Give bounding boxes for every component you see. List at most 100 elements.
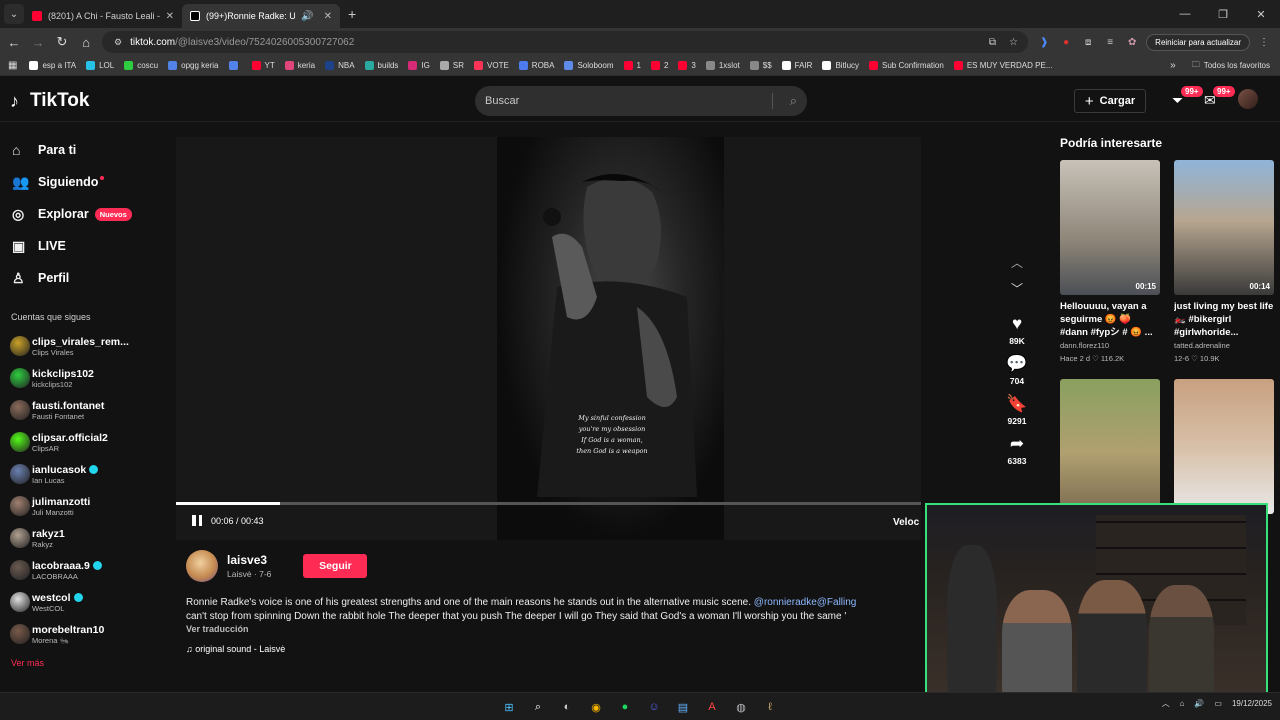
- network-icon[interactable]: ⌂: [1180, 699, 1185, 708]
- bookmark-item[interactable]: IG: [408, 61, 430, 70]
- address-bar[interactable]: ⚙ tiktok.com/@laisve3/video/752402600530…: [102, 31, 1028, 53]
- close-tab-icon[interactable]: ✕: [166, 11, 174, 22]
- recommended-video-card[interactable]: [1060, 379, 1160, 514]
- author-avatar[interactable]: [186, 550, 218, 582]
- browser-menu-icon[interactable]: ⋮: [1256, 34, 1272, 50]
- speaker-icon[interactable]: 🔊: [301, 11, 313, 22]
- mention-link[interactable]: @ronnieradke@Falling: [754, 597, 857, 608]
- following-account[interactable]: clipsar.official2 ClipsAR: [0, 426, 170, 458]
- bookmark-star-icon[interactable]: ☆: [1009, 37, 1018, 48]
- extension-icon[interactable]: ●: [1058, 34, 1074, 50]
- bookmark-item[interactable]: Soloboom: [564, 61, 614, 70]
- following-account[interactable]: westcol WestCOL: [0, 586, 170, 618]
- close-tab-icon[interactable]: ✕: [324, 11, 332, 22]
- bookmark-item[interactable]: 1xslot: [705, 61, 740, 70]
- bookmark-item[interactable]: opgg keria: [168, 61, 219, 70]
- nav-item-perfil[interactable]: ♙ Perfil: [0, 262, 170, 294]
- volume-icon[interactable]: 🔊: [1194, 699, 1204, 708]
- apps-grid-icon[interactable]: ▦: [8, 60, 17, 71]
- minimize-icon[interactable]: —: [1166, 8, 1204, 20]
- search-icon[interactable]: ⌕: [790, 93, 797, 109]
- install-app-icon[interactable]: ⧉: [989, 37, 996, 48]
- nav-item-live[interactable]: ▣ LIVE: [0, 230, 170, 262]
- bookmark-item[interactable]: VOTE: [474, 61, 509, 70]
- comment-icon[interactable]: 💬: [1000, 354, 1034, 374]
- bookmark-icon[interactable]: 🔖: [1000, 394, 1034, 414]
- video-thumbnail[interactable]: 00:14: [1174, 160, 1274, 295]
- bookmark-item[interactable]: $$: [749, 61, 772, 70]
- video-author[interactable]: tatted.adrenaline: [1174, 341, 1274, 350]
- see-more-link[interactable]: Ver más: [0, 658, 170, 668]
- share-icon[interactable]: ➦: [1000, 434, 1034, 454]
- close-window-icon[interactable]: ✕: [1242, 8, 1280, 21]
- browser-tab-youtube[interactable]: (8201) A Chi - Fausto Leali - Yo ✕: [24, 4, 182, 28]
- heart-action[interactable]: ♥ 89K: [1000, 314, 1034, 346]
- bookmark-item[interactable]: 2: [650, 61, 668, 70]
- bookmark-item[interactable]: coscu: [124, 61, 158, 70]
- restore-icon[interactable]: ❐: [1204, 8, 1242, 21]
- bookmark-item[interactable]: ROBA: [518, 61, 554, 70]
- recommended-video-card[interactable]: 00:15 Hellouuuu, vayan a seguirme 😡 🍑 #da…: [1060, 160, 1160, 363]
- bookmark-item[interactable]: esp a ITA: [29, 61, 76, 70]
- obs-icon[interactable]: ◍: [731, 697, 751, 717]
- next-video-icon[interactable]: ﹀: [1000, 280, 1034, 306]
- pause-icon[interactable]: [192, 515, 202, 526]
- follow-button[interactable]: Seguir: [303, 554, 368, 578]
- profile-avatar-icon[interactable]: ✿: [1124, 34, 1140, 50]
- reload-icon[interactable]: ↻: [50, 34, 74, 50]
- steam-icon[interactable]: ◐: [557, 697, 577, 717]
- share-action[interactable]: ➦ 6383: [1000, 434, 1034, 466]
- bookmark-item[interactable]: builds: [364, 61, 398, 70]
- notepad-icon[interactable]: ▤: [673, 697, 693, 717]
- profile-avatar[interactable]: [1238, 89, 1258, 109]
- extensions-puzzle-icon[interactable]: ⧈: [1080, 34, 1096, 50]
- recommended-video-card[interactable]: 00:14 just living my best life 🏍️ #bikerg…: [1174, 160, 1274, 363]
- home-icon[interactable]: ⌂: [74, 35, 98, 50]
- bookmark-item[interactable]: SR: [439, 61, 464, 70]
- bookmark-item[interactable]: Sub Confirmation: [869, 61, 944, 70]
- bookmark-item[interactable]: ES MUY VERDAD PE...: [953, 61, 1052, 70]
- browser-tab-tiktok[interactable]: (99+)Ronnie Radke: Uniqu 🔊 ✕: [182, 4, 340, 28]
- back-icon[interactable]: ←: [2, 35, 26, 50]
- new-tab-button[interactable]: +: [348, 6, 356, 22]
- video-player[interactable]: My sinful confession you're my obsession I…: [176, 137, 921, 540]
- search-icon[interactable]: ⌕: [528, 697, 548, 717]
- extension-icon[interactable]: ❱: [1036, 34, 1052, 50]
- tray-overflow-icon[interactable]: ︿: [1162, 698, 1170, 709]
- following-account[interactable]: fausti.fontanet Fausti Fontanet: [0, 394, 170, 426]
- original-sound-link[interactable]: ♫ original sound - Laisvė: [186, 644, 926, 654]
- site-info-icon[interactable]: ⚙: [114, 37, 122, 48]
- following-account[interactable]: morebeltran10 Morena 🐜: [0, 618, 170, 650]
- upload-button[interactable]: + Cargar: [1074, 89, 1146, 113]
- following-account[interactable]: julimanzotti Juli Manzotti: [0, 490, 170, 522]
- bookmark-item[interactable]: [228, 61, 242, 70]
- restart-update-button[interactable]: Reiniciar para actualizar: [1146, 33, 1250, 51]
- bookmark-item[interactable]: FAIR: [781, 61, 812, 70]
- following-account[interactable]: clips_virales_rem... Clips Virales: [0, 330, 170, 362]
- nav-item-siguiendo[interactable]: 👥 Siguiendo: [0, 166, 170, 198]
- windows-start-icon[interactable]: ⊞: [499, 697, 519, 717]
- progress-bar[interactable]: [176, 502, 921, 505]
- following-account[interactable]: ianlucasok Ian Lucas: [0, 458, 170, 490]
- battery-icon[interactable]: ▭: [1214, 699, 1222, 708]
- video-frame[interactable]: My sinful confession you're my obsession I…: [497, 137, 724, 540]
- following-account[interactable]: kickclips102 kickclips102: [0, 362, 170, 394]
- bookmark-item[interactable]: NBA: [325, 61, 355, 70]
- spotify-icon[interactable]: ●: [615, 697, 635, 717]
- bookmark-item[interactable]: keria: [284, 61, 315, 70]
- lol-client-icon[interactable]: ℓ: [760, 697, 780, 717]
- previous-video-icon[interactable]: ︿: [1000, 254, 1034, 280]
- speed-button[interactable]: Veloc: [893, 517, 919, 528]
- video-thumbnail[interactable]: [1174, 379, 1274, 514]
- author-username[interactable]: laisve3: [227, 553, 271, 567]
- following-account[interactable]: lacobraaa.9 LACOBRAAA: [0, 554, 170, 586]
- following-account[interactable]: rakyz1 Rakyz: [0, 522, 170, 554]
- forward-icon[interactable]: →: [26, 35, 50, 50]
- chrome-icon[interactable]: ◉: [586, 697, 606, 717]
- bookmark-item[interactable]: 1: [623, 61, 641, 70]
- discord-icon[interactable]: ☺: [644, 697, 664, 717]
- bookmarks-overflow-icon[interactable]: »: [1170, 60, 1176, 71]
- media-control-icon[interactable]: ≡: [1102, 34, 1118, 50]
- see-translation-link[interactable]: Ver traducción: [186, 624, 926, 634]
- search-input[interactable]: Buscar ⌕: [475, 86, 807, 116]
